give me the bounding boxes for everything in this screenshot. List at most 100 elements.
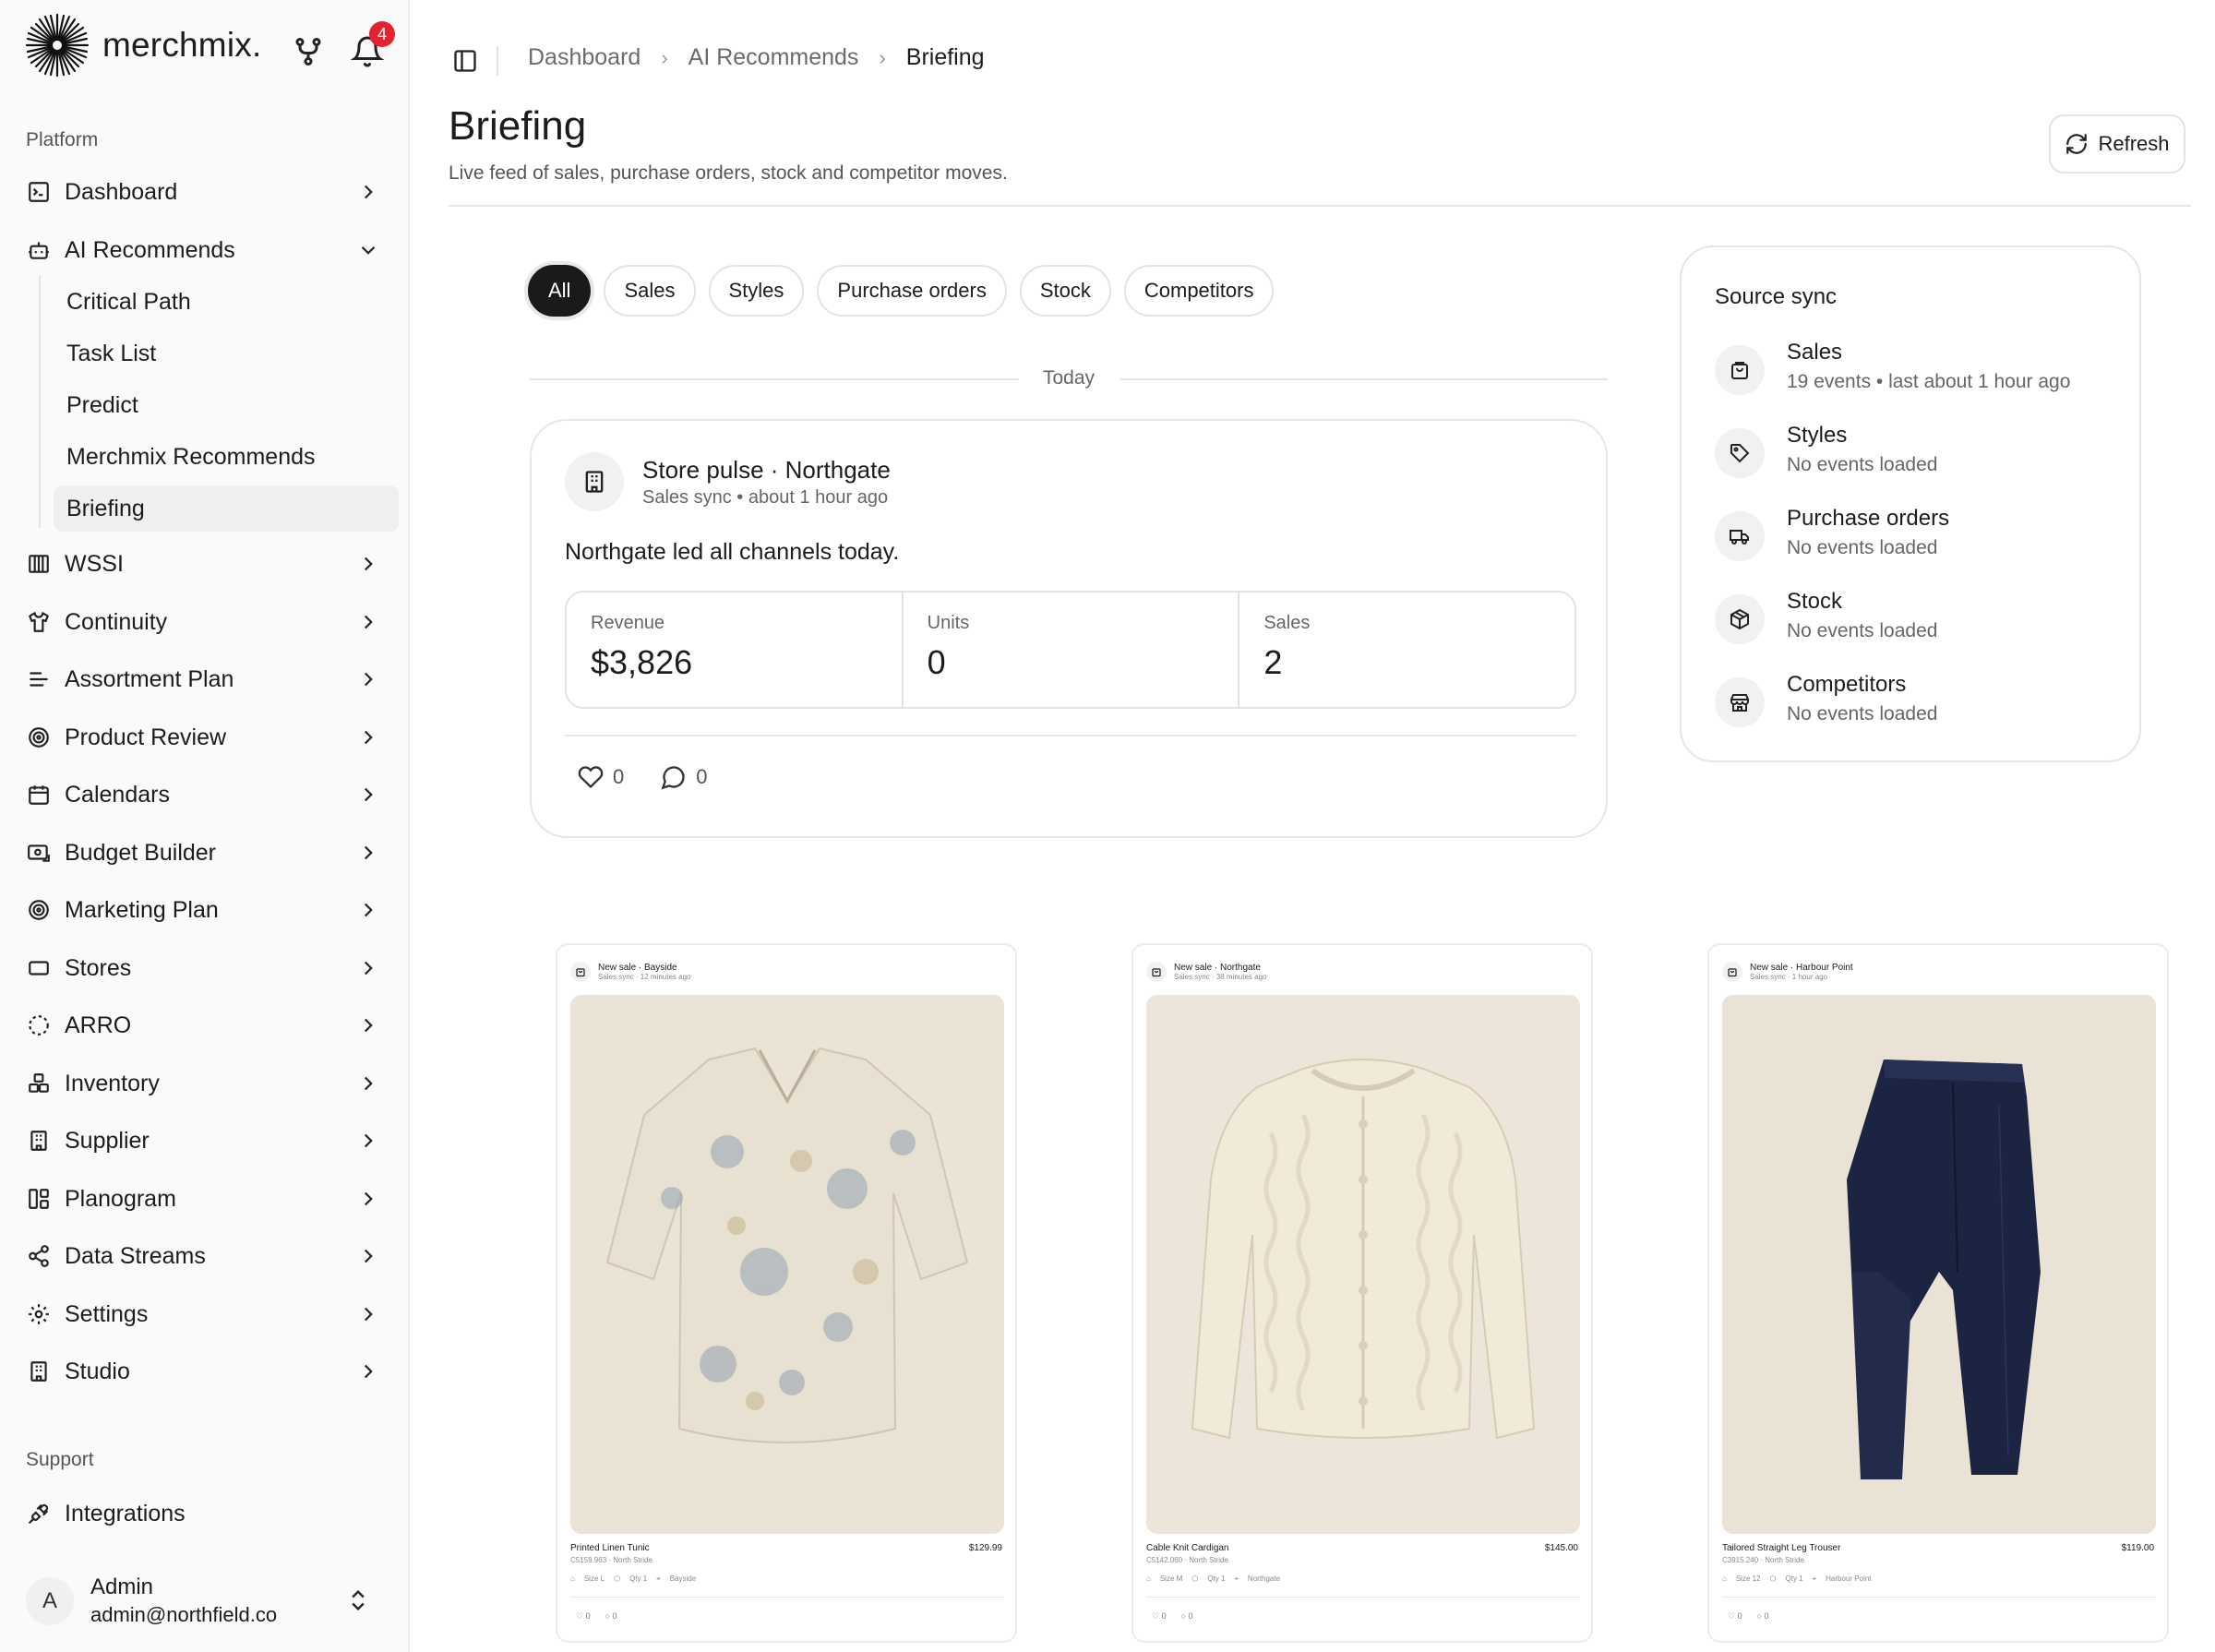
sidebar-item-planogram[interactable]: Planogram: [26, 1176, 391, 1222]
chevron-right-icon: [364, 557, 373, 571]
notification-badge: 4: [369, 21, 395, 47]
sidebar-item-continuity[interactable]: Continuity: [26, 599, 391, 645]
filter-purchase-orders[interactable]: Purchase orders: [817, 265, 1007, 317]
reaction-bar: ♡ 0 ○ 0: [1728, 1611, 1769, 1622]
stat-revenue: Revenue $3,826: [567, 593, 904, 707]
user-name: Admin: [90, 1574, 154, 1599]
like-count: 0: [613, 765, 625, 788]
comment-button[interactable]: ○ 0: [1757, 1611, 1769, 1622]
logo-icon: [25, 13, 90, 78]
day-separator: Today: [530, 365, 1608, 393]
filter-stock[interactable]: Stock: [1019, 265, 1111, 317]
sidebar-item-assortment-plan[interactable]: Assortment Plan: [26, 656, 391, 702]
comment-button[interactable]: ○ 0: [605, 1611, 617, 1622]
product-qty: Qty 1: [1207, 1574, 1226, 1583]
sidebar-item-supplier[interactable]: Supplier: [26, 1118, 391, 1164]
sidebar-subitem-task-list[interactable]: Task List: [54, 330, 399, 377]
sync-row-stock: Stock No events loaded: [1715, 589, 2121, 653]
like-button[interactable]: ♡ 0: [576, 1611, 591, 1622]
store-icon: [26, 955, 52, 981]
refresh-button[interactable]: Refresh: [2049, 114, 2185, 174]
like-button[interactable]: ♡ 0: [1728, 1611, 1742, 1622]
bag-icon: [1715, 345, 1765, 395]
product-size: Size L: [583, 1574, 605, 1583]
like-button[interactable]: 0: [578, 764, 624, 790]
card-meta: Sales sync · 12 minutes ago: [598, 972, 691, 981]
stat-label: Sales: [1263, 613, 1311, 633]
store-pulse-card: Store pulse · Northgate Sales sync • abo…: [530, 419, 1608, 838]
header-divider: [497, 46, 498, 76]
sidebar-item-label: AI Recommends: [65, 236, 235, 263]
user-email: admin@northfield.co: [90, 1603, 278, 1626]
sidebar-item-settings[interactable]: Settings: [26, 1291, 391, 1337]
budget-icon: [26, 840, 52, 866]
filter-styles[interactable]: Styles: [708, 265, 805, 317]
sidebar-subitem-critical-path[interactable]: Critical Path: [54, 279, 399, 325]
sidebar-item-label: Assortment Plan: [65, 665, 234, 692]
card-title: Store pulse · Northgate: [642, 456, 891, 484]
sidebar-subitem-predict[interactable]: Predict: [54, 382, 399, 428]
comment-button[interactable]: ○ 0: [1181, 1611, 1193, 1622]
product-sale-card[interactable]: New sale · Northgate Sales sync · 38 min…: [1131, 943, 1593, 1643]
filter-bar: All Sales Styles Purchase orders Stock C…: [528, 265, 1275, 317]
breadcrumb-dashboard[interactable]: Dashboard: [528, 44, 641, 71]
sidebar-subitem-merchmix-recommends[interactable]: Merchmix Recommends: [54, 434, 399, 480]
sidebar-item-product-review[interactable]: Product Review: [26, 714, 391, 760]
sidebar-item-stores[interactable]: Stores: [26, 945, 391, 991]
product-name: Cable Knit Cardigan: [1146, 1543, 1229, 1553]
pin-icon: ⌖: [1812, 1574, 1817, 1583]
breadcrumb: Dashboard › AI Recommends › Briefing: [528, 44, 985, 71]
refresh-icon: [2066, 134, 2088, 154]
sidebar-toggle-icon[interactable]: [452, 48, 478, 74]
card-divider: [1722, 1597, 2156, 1598]
card-body: Northgate led all channels today.: [565, 539, 900, 565]
user-menu[interactable]: A Admin admin@northfield.co: [26, 1569, 391, 1634]
sidebar-item-ai-recommends[interactable]: AI Recommends: [26, 227, 391, 273]
sidebar-item-marketing-plan[interactable]: Marketing Plan: [26, 887, 391, 933]
chevron-right-icon: [364, 961, 373, 976]
product-tags: ⌂ Size M ⬡ Qty 1 ⌖ Northgate: [1146, 1574, 1280, 1584]
target-icon: [26, 724, 52, 750]
product-store: Harbour Point: [1826, 1574, 1872, 1583]
product-image-tunic: [570, 995, 1004, 1534]
sync-status: No events loaded: [1787, 454, 1938, 475]
filter-sales[interactable]: Sales: [604, 265, 696, 317]
sidebar-item-calendars[interactable]: Calendars: [26, 772, 391, 818]
share-icon: [26, 1243, 52, 1269]
boxes-icon: [26, 1071, 52, 1096]
sidebar-item-data-streams[interactable]: Data Streams: [26, 1233, 391, 1279]
sidebar-item-budget-builder[interactable]: Budget Builder: [26, 830, 391, 876]
sidebar-subitem-briefing[interactable]: Briefing: [54, 485, 399, 532]
sync-name: Sales: [1787, 340, 1843, 365]
comment-count: 0: [612, 1611, 617, 1621]
product-tags: ⌂ Size 12 ⬡ Qty 1 ⌖ Harbour Point: [1722, 1574, 1872, 1584]
brand[interactable]: merchmix.: [25, 13, 261, 78]
shirt-icon: [26, 609, 52, 635]
truck-icon: [1715, 511, 1765, 561]
sidebar-item-inventory[interactable]: Inventory: [26, 1060, 391, 1107]
like-button[interactable]: ♡ 0: [1152, 1611, 1167, 1622]
card-title: New sale · Northgate: [1174, 962, 1261, 973]
plug-icon: [26, 1501, 52, 1526]
product-qty: Qty 1: [1785, 1574, 1803, 1583]
chevron-right-icon: ›: [661, 45, 668, 69]
branch-icon[interactable]: [292, 35, 325, 68]
comment-button[interactable]: 0: [661, 764, 708, 790]
sidebar-item-arro[interactable]: ARRO: [26, 1002, 391, 1048]
sidebar-item-studio[interactable]: Studio: [26, 1348, 391, 1395]
product-sale-card[interactable]: New sale · Bayside Sales sync · 12 minut…: [556, 943, 1017, 1643]
stat-units: Units 0: [904, 593, 1240, 707]
filter-competitors[interactable]: Competitors: [1123, 265, 1275, 317]
product-sale-card[interactable]: New sale · Harbour Point Sales sync · 1 …: [1707, 943, 2169, 1643]
chevron-right-icon: [364, 185, 373, 199]
sidebar-item-dashboard[interactable]: Dashboard: [26, 169, 391, 215]
like-count: 0: [585, 1611, 591, 1621]
chevrons-up-down-icon: [352, 1590, 365, 1610]
filter-all[interactable]: All: [528, 265, 592, 317]
breadcrumb-ai-recommends[interactable]: AI Recommends: [688, 44, 859, 71]
card-meta: Sales sync · 38 minutes ago: [1174, 972, 1267, 981]
brand-name: merchmix.: [102, 26, 262, 64]
card-divider: [1146, 1597, 1580, 1598]
sidebar-item-integrations[interactable]: Integrations: [26, 1490, 391, 1537]
sidebar-item-wssi[interactable]: WSSI: [26, 541, 391, 587]
